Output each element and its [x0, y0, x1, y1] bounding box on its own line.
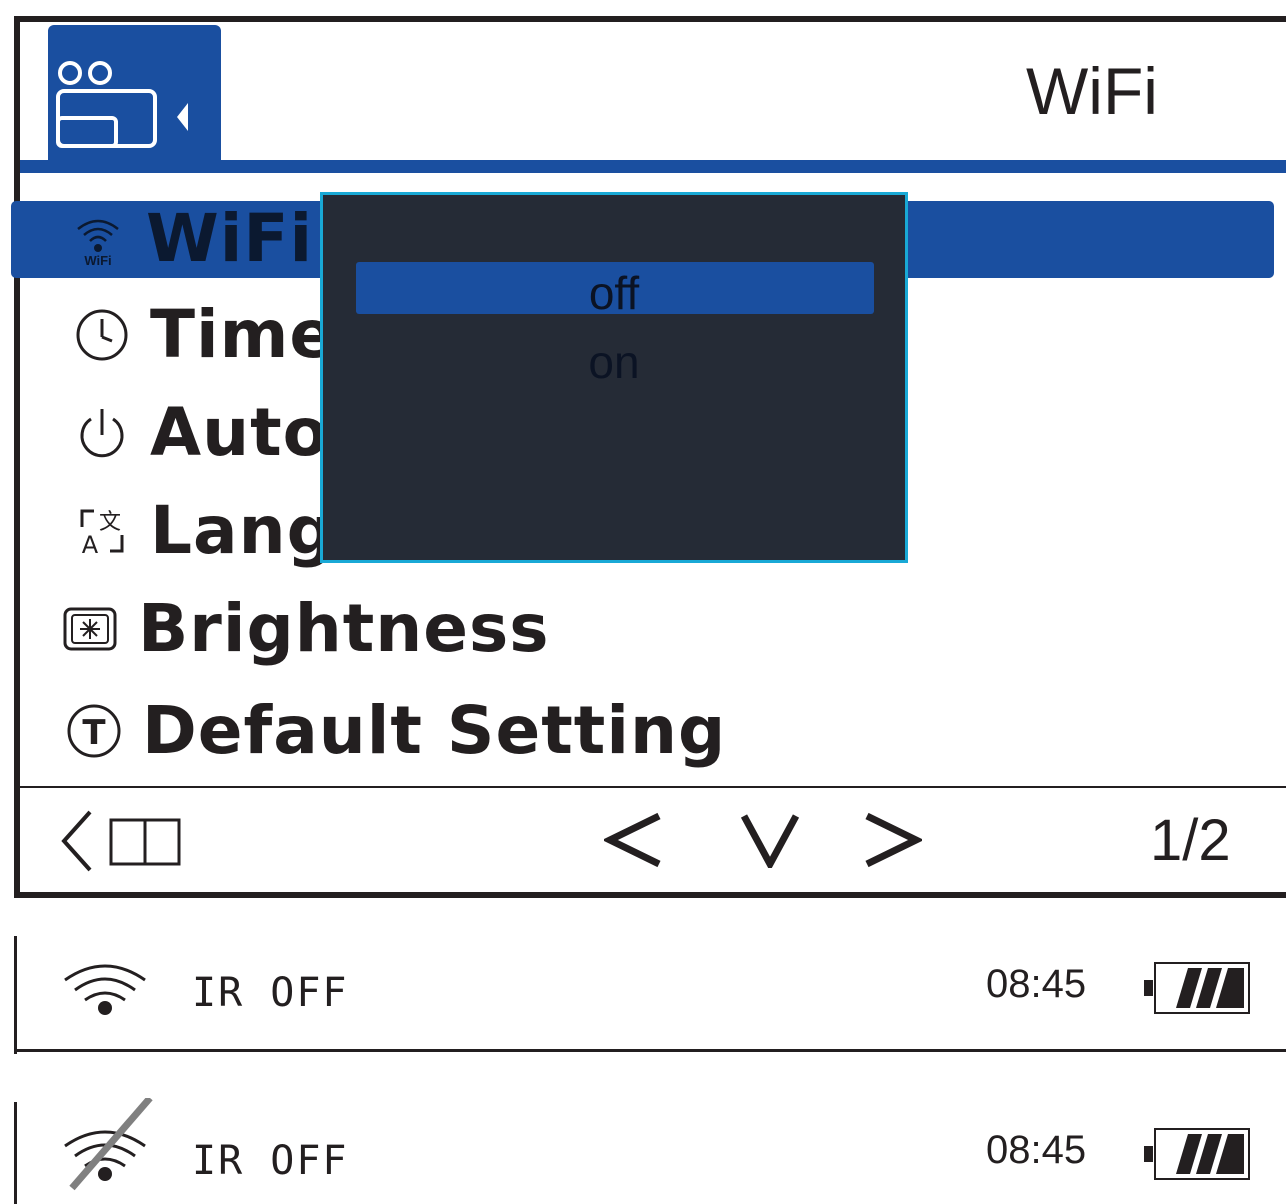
clock-icon [74, 307, 130, 363]
chevron-right-icon [865, 812, 924, 868]
menu-item-language[interactable]: 文 A Lang [74, 486, 335, 576]
status-bar-border [14, 936, 17, 1054]
wifi-icon: WiFi [70, 211, 126, 267]
menu-item-label: WiFi [146, 200, 314, 277]
footer-divider [20, 786, 1286, 788]
clock-time: 08:45 [986, 962, 1087, 1006]
select-button[interactable] [740, 812, 800, 872]
brightness-icon [62, 601, 118, 657]
ir-status: IR OFF [192, 970, 349, 1016]
status-bar-wifi-on: IR OFF 08:45 [14, 936, 1286, 1054]
next-button[interactable] [862, 812, 924, 872]
clock-time: 08:45 [986, 1128, 1087, 1172]
menu-item-auto[interactable]: Auto [74, 388, 329, 478]
wifi-off-icon [64, 1098, 153, 1191]
menu-item-brightness[interactable]: Brightness [62, 584, 550, 674]
menu-item-label: Lang [150, 492, 335, 569]
header-divider [20, 160, 1286, 173]
menu-item-label: Default Setting [142, 692, 727, 769]
option-on[interactable]: on [323, 339, 905, 385]
page-indicator: 1/2 [1150, 808, 1231, 873]
prev-button[interactable] [602, 812, 664, 872]
power-icon [74, 405, 130, 461]
menu-item-wifi[interactable]: WiFi WiFi [70, 194, 313, 284]
menu-item-label: Auto [150, 394, 329, 471]
back-button[interactable] [56, 808, 186, 878]
reset-icon: T [66, 703, 122, 759]
chevron-left-icon [602, 812, 661, 868]
menu-item-time[interactable]: Time [74, 290, 335, 380]
chevron-down-icon [740, 814, 800, 872]
status-bar-wifi-off: IR OFF 08:45 [14, 1098, 1286, 1204]
camera-menu-icon [56, 61, 188, 148]
svg-text:T: T [82, 713, 106, 753]
svg-text:文: 文 [99, 510, 121, 535]
wifi-options-popup: off on [320, 192, 908, 563]
svg-text:A: A [82, 531, 99, 559]
menu-item-label: Brightness [138, 590, 550, 667]
language-icon: 文 A [74, 503, 130, 559]
menu-item-default-setting[interactable]: T Default Setting [66, 686, 726, 776]
menu-item-label: Time [150, 296, 336, 373]
back-icon [61, 810, 181, 872]
ir-status: IR OFF [192, 1138, 349, 1184]
battery-full-icon [1144, 962, 1250, 1014]
svg-text:WiFi: WiFi [84, 253, 111, 267]
camera-menu-tab[interactable] [48, 25, 221, 165]
option-off[interactable]: off [323, 270, 905, 316]
wifi-icon [64, 964, 146, 1015]
status-bar-divider [14, 1049, 1286, 1052]
battery-full-icon [1144, 1128, 1250, 1180]
status-bar-border [14, 1102, 17, 1204]
page-title: WiFi [1026, 54, 1158, 128]
